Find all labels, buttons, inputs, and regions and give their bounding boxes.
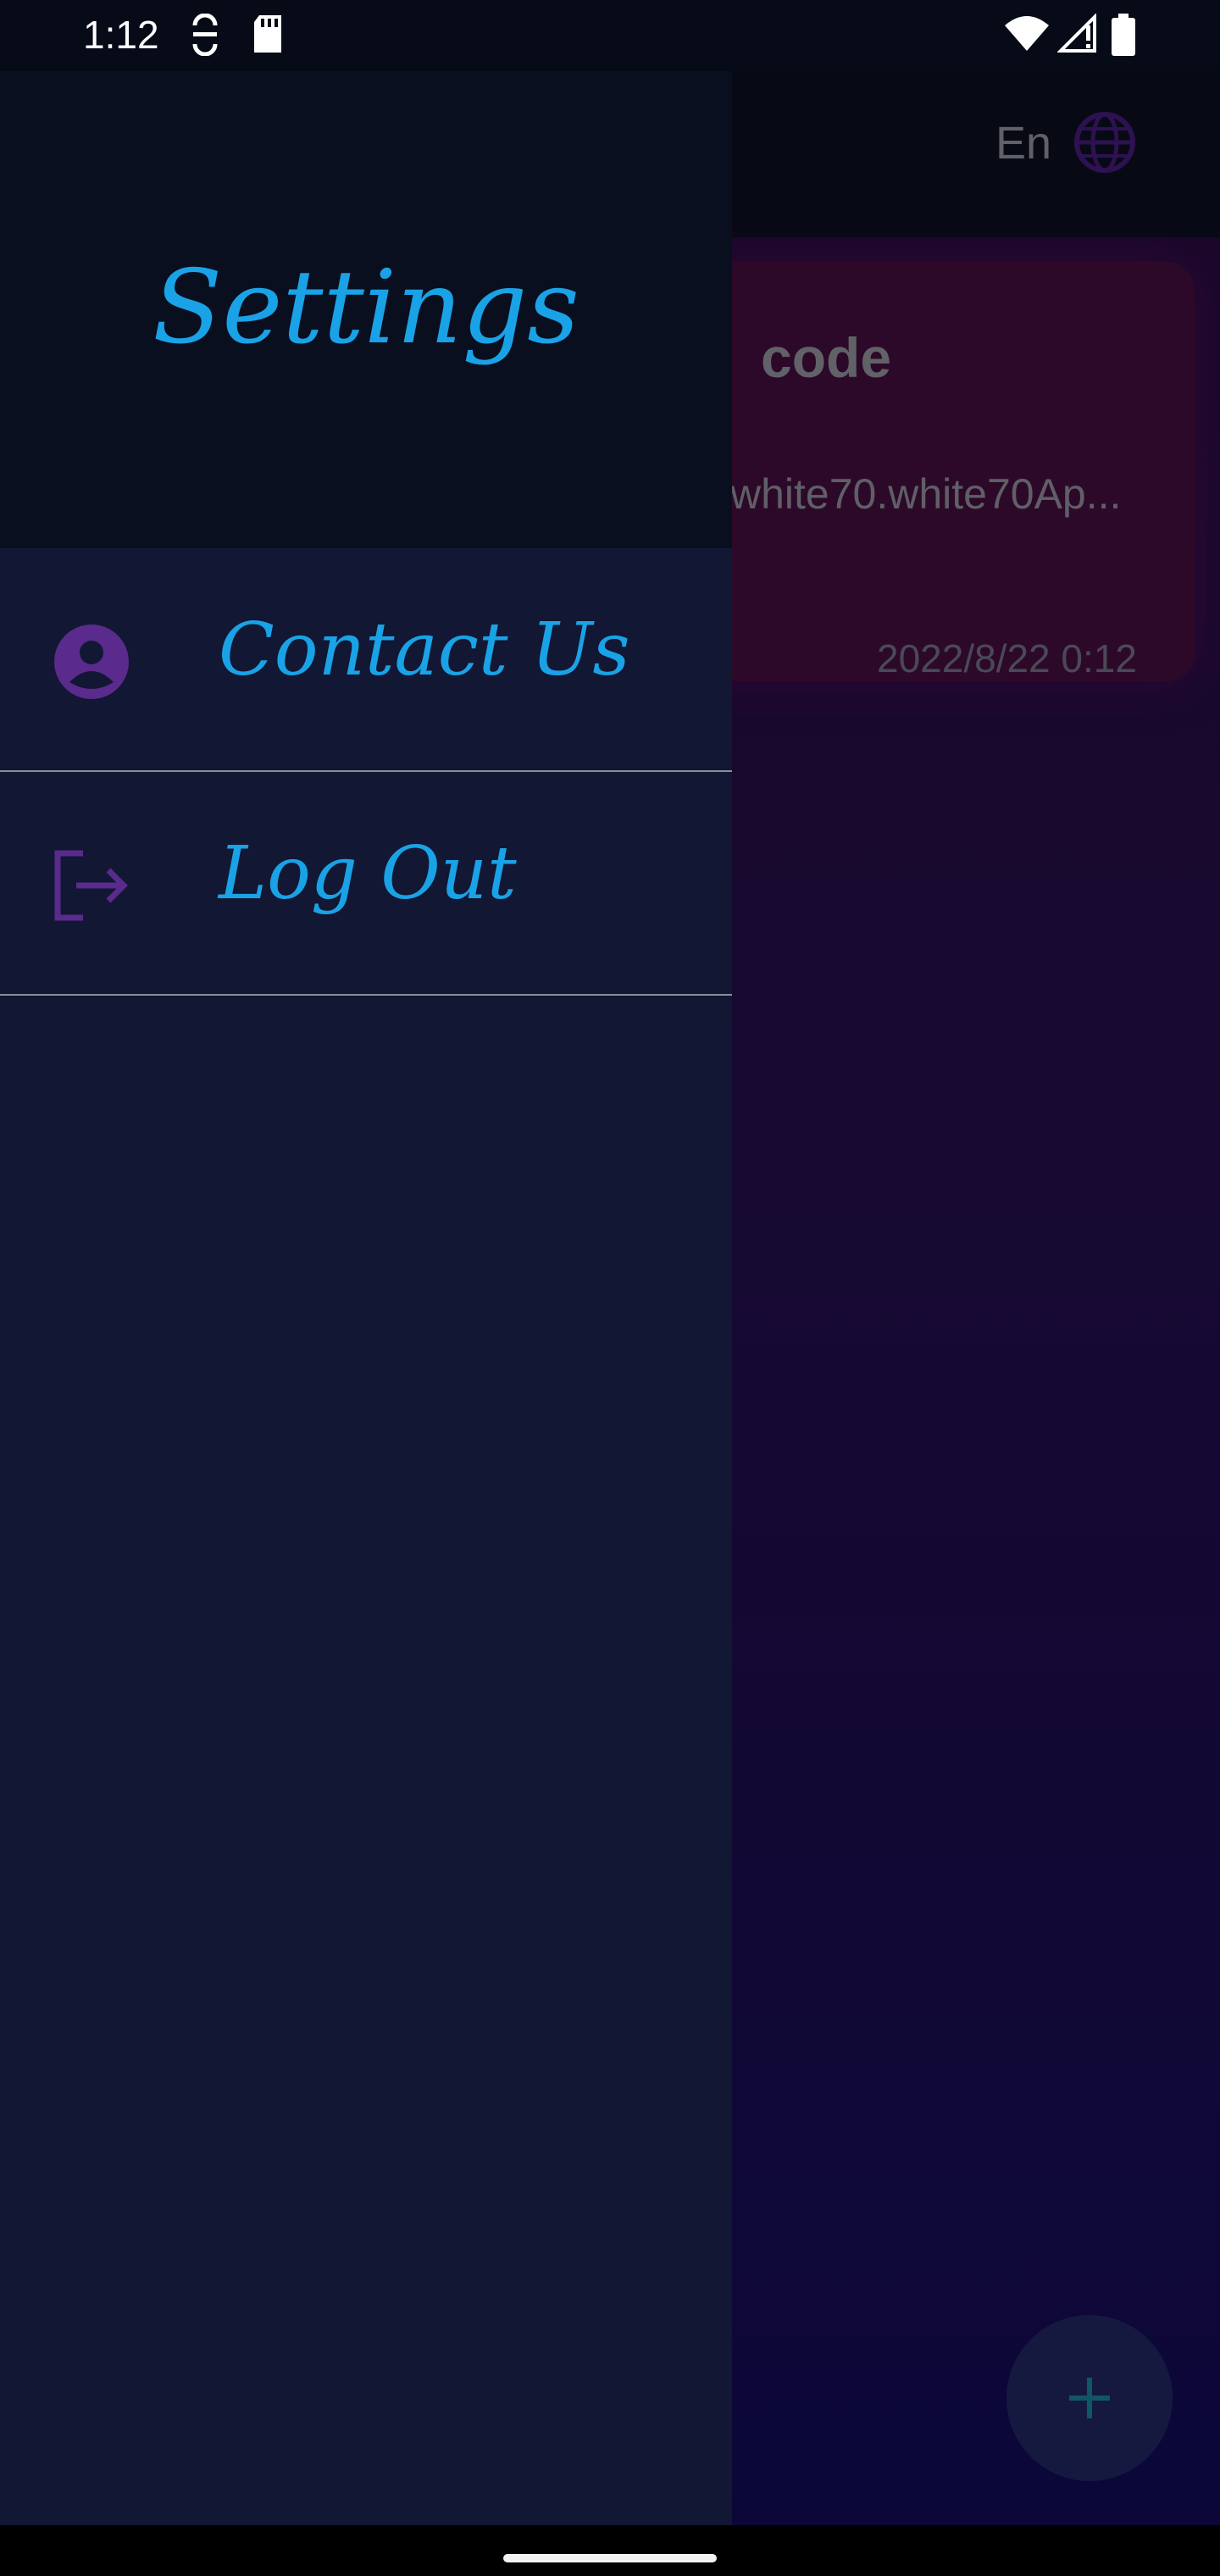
battery-icon: [1112, 14, 1135, 56]
wifi-icon: [1005, 16, 1049, 51]
sync-icon: [192, 14, 218, 56]
account-circle-icon: [54, 625, 129, 699]
status-time: 1:12: [83, 13, 159, 57]
drawer-scrim[interactable]: [732, 71, 1220, 2525]
drawer-title: Settings: [152, 249, 580, 367]
navigation-drawer: Settings Contact Us Log Out: [0, 71, 732, 2525]
system-nav-bar: [0, 2525, 1220, 2576]
signal-icon: [1057, 14, 1096, 53]
menu-item-label: Log Out: [219, 831, 517, 916]
sd-card-icon: [254, 15, 281, 53]
menu-item-contact-us[interactable]: Contact Us: [0, 548, 732, 772]
menu-item-log-out[interactable]: Log Out: [0, 772, 732, 996]
menu-item-label: Contact Us: [219, 608, 630, 692]
home-indicator[interactable]: [503, 2554, 717, 2562]
logout-icon: [54, 850, 128, 921]
drawer-header: Settings: [0, 71, 732, 548]
status-bar: 1:12: [0, 0, 1220, 71]
